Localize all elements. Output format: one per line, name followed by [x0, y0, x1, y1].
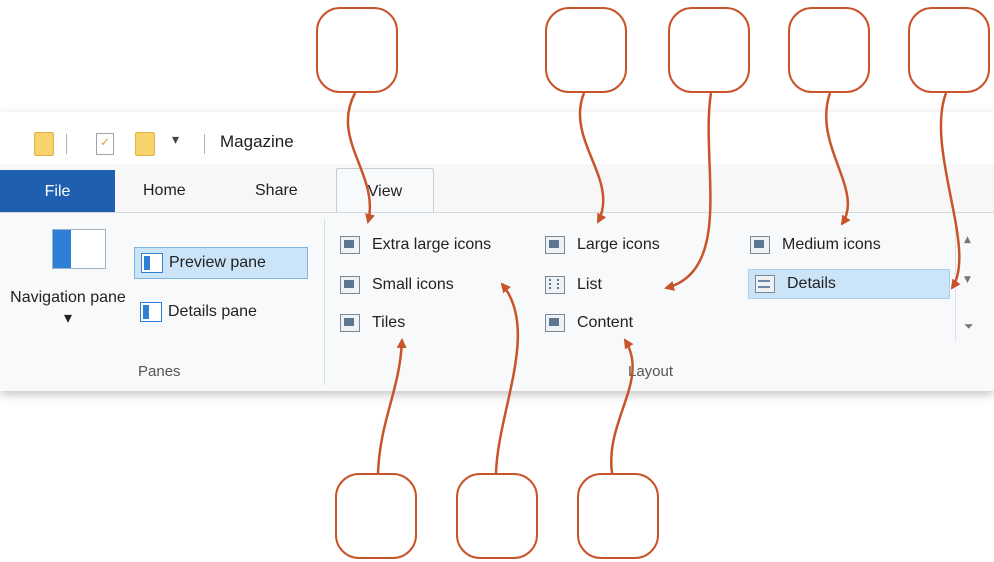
ribbon-tabs: File Home Share View [0, 164, 994, 215]
layout-list[interactable]: List [545, 271, 602, 299]
callout-bubble-tiles [335, 473, 417, 559]
callout-bubble-list [668, 7, 750, 93]
scroll-up-icon[interactable]: ▲ [964, 235, 971, 245]
window-title: Magazine [220, 132, 294, 151]
explorer-window: ▾ Magazine File Home Share View Navigati… [0, 112, 994, 391]
medium-icons-icon [750, 236, 770, 254]
gallery-more-icon[interactable]: ⏷ [964, 319, 974, 334]
navigation-pane-icon[interactable] [52, 229, 106, 269]
callout-bubble-medium-icons [788, 7, 870, 93]
group-divider [324, 219, 325, 385]
layout-details[interactable]: Details [748, 269, 950, 299]
layout-tiles[interactable]: Tiles [340, 309, 405, 337]
layout-item-label: List [577, 276, 602, 293]
quick-access-toolbar: ▾ Magazine [0, 112, 994, 164]
folder-icon[interactable] [34, 132, 54, 156]
layout-group-label: Layout [628, 363, 674, 380]
scroll-down-icon[interactable]: ▼ [964, 275, 971, 285]
layout-item-label: Medium icons [782, 236, 881, 253]
tab-home[interactable]: Home [143, 182, 186, 200]
panes-group-label: Panes [138, 363, 181, 380]
callout-bubble-small-icons [456, 473, 538, 559]
details-icon [755, 275, 775, 293]
layout-item-label: Content [577, 314, 634, 331]
layout-item-label: Extra large icons [372, 236, 492, 253]
list-icon [545, 276, 565, 294]
large-icons-icon [545, 236, 565, 254]
layout-item-label: Tiles [372, 314, 406, 331]
preview-pane-icon [141, 253, 163, 273]
details-pane-label: Details pane [168, 303, 257, 320]
toolbar-divider [204, 134, 205, 154]
callout-bubble-large-icons [545, 7, 627, 93]
small-icons-icon [340, 276, 360, 294]
tab-file[interactable]: File [0, 170, 115, 214]
layout-extra-large-icons[interactable]: Extra large icons [340, 231, 491, 259]
tab-view[interactable]: View [336, 168, 434, 215]
layout-item-label: Details [787, 275, 836, 292]
layout-gallery-scrollbar[interactable]: ▲ ▼ ⏷ [955, 229, 978, 341]
properties-icon[interactable] [96, 133, 114, 155]
layout-small-icons[interactable]: Small icons [340, 271, 454, 299]
layout-medium-icons[interactable]: Medium icons [750, 231, 881, 259]
new-folder-icon[interactable] [135, 132, 155, 156]
content-icon [545, 314, 565, 332]
preview-pane-label: Preview pane [169, 254, 266, 271]
layout-content[interactable]: Content [545, 309, 633, 337]
layout-item-label: Large icons [577, 236, 660, 253]
layout-item-label: Small icons [372, 276, 454, 293]
tiles-icon [340, 314, 360, 332]
callout-bubble-extra-large-icons [316, 7, 398, 93]
ribbon-view-panel: Navigation pane ▾ Preview pane Details p… [0, 212, 994, 391]
navigation-pane-button[interactable]: Navigation pane ▾ [4, 287, 132, 329]
layout-large-icons[interactable]: Large icons [545, 231, 660, 259]
callout-bubble-details [908, 7, 990, 93]
callout-bubble-content [577, 473, 659, 559]
customize-toolbar-caret-icon[interactable]: ▾ [172, 132, 179, 148]
preview-pane-button[interactable]: Preview pane [134, 247, 308, 279]
details-pane-icon [140, 302, 162, 322]
tab-share[interactable]: Share [255, 182, 298, 200]
extra-large-icons-icon [340, 236, 360, 254]
toolbar-divider [66, 134, 67, 154]
details-pane-button[interactable]: Details pane [134, 297, 306, 327]
